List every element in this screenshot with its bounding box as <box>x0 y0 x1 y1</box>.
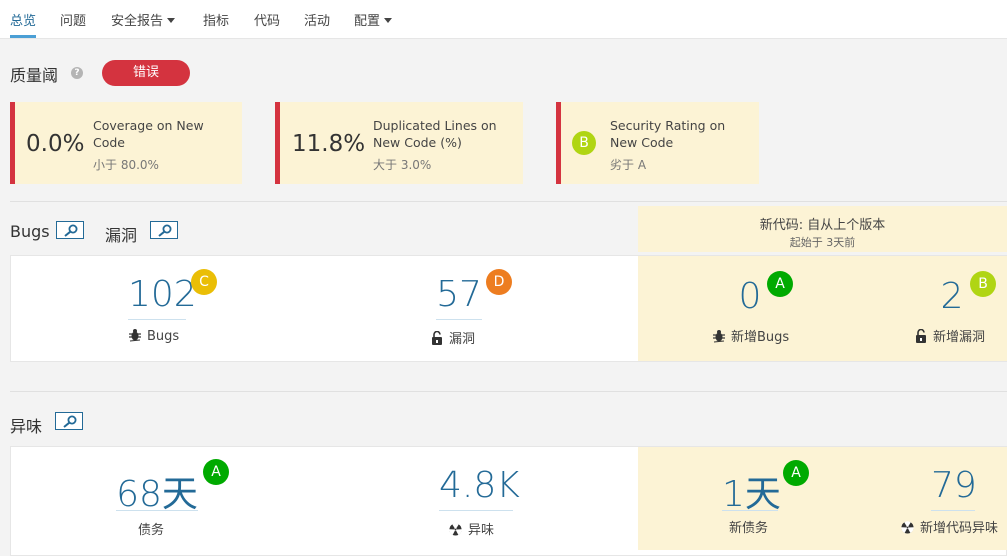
link-underline <box>439 510 513 511</box>
unlock-icon <box>916 328 926 343</box>
bugs-section-title: Bugs <box>10 222 50 241</box>
new-bugs-count[interactable]: 0 <box>737 276 763 317</box>
condition-value: 11.8% <box>292 131 366 157</box>
condition-metric: Security Rating on New Code <box>610 118 726 150</box>
code-smells-count[interactable]: 4.8K <box>439 465 520 506</box>
condition-threshold: 小于 80.0% <box>93 158 159 172</box>
new-vulnerabilities-count[interactable]: 2 <box>939 276 965 317</box>
bugs-label: Bugs <box>129 328 179 344</box>
technical-debt-label: 债务 <box>138 523 165 538</box>
condition-threshold: 劣于 A <box>610 158 647 172</box>
condition-value: 0.0% <box>26 131 85 157</box>
tab-configuration[interactable]: 配置 <box>354 0 393 38</box>
magnifier-icon <box>64 224 78 237</box>
tab-activity[interactable]: 活动 <box>304 0 330 38</box>
condition-duplicated-lines[interactable]: 11.8% Duplicated Lines on New Code (%) 大… <box>275 102 523 184</box>
divider <box>10 201 1007 202</box>
vulnerabilities-section-title: 漏洞 <box>105 226 138 245</box>
radiation-icon <box>449 523 462 536</box>
link-underline <box>436 319 482 320</box>
quality-gate-title: 质量阈 <box>10 66 59 85</box>
condition-metric: Duplicated Lines on New Code (%) <box>373 118 497 150</box>
link-underline <box>128 319 186 320</box>
link-underline <box>931 510 975 511</box>
new-debt-label: 新债务 <box>729 521 769 536</box>
chevron-down-icon <box>384 18 393 23</box>
new-vulnerabilities-rating-badge[interactable]: B <box>970 271 996 297</box>
code-smells-drilldown-button[interactable] <box>55 412 83 430</box>
new-code-smells-count[interactable]: 79 <box>931 465 977 506</box>
radiation-icon <box>901 521 914 534</box>
condition-coverage[interactable]: 0.0% Coverage on New Code 小于 80.0% <box>10 102 242 184</box>
help-icon[interactable]: ? <box>71 67 83 79</box>
top-navigation: 总览 问题 安全报告 指标 代码 活动 配置 <box>0 0 1007 39</box>
tab-code[interactable]: 代码 <box>254 0 280 38</box>
bugs-count[interactable]: 102 <box>128 274 197 315</box>
tab-measures[interactable]: 指标 <box>203 0 229 38</box>
link-underline <box>116 510 198 511</box>
leak-period-since: 起始于 3天前 <box>789 236 856 249</box>
leak-period-title: 新代码: 自从上个版本 <box>759 218 886 233</box>
code-smells-section-title: 异味 <box>10 417 43 436</box>
new-vulnerabilities-label: 新增漏洞 <box>915 326 985 345</box>
bug-icon <box>129 329 141 342</box>
bugs-drilldown-button[interactable] <box>56 221 84 239</box>
tab-issues[interactable]: 问题 <box>60 0 86 38</box>
link-underline <box>722 510 778 511</box>
new-code-smells-label: 新增代码异味 <box>901 517 998 536</box>
condition-security-rating[interactable]: B Security Rating on New Code 劣于 A <box>556 102 759 184</box>
tab-security-reports[interactable]: 安全报告 <box>111 0 176 38</box>
leak-period-header: 新代码: 自从上个版本 起始于 3天前 <box>638 206 1007 252</box>
vulnerabilities-drilldown-button[interactable] <box>150 221 178 239</box>
new-maintainability-rating-badge[interactable]: A <box>783 460 809 486</box>
code-smells-label: 异味 <box>449 519 494 538</box>
condition-metric: Coverage on New Code <box>93 118 204 150</box>
divider <box>10 391 1007 392</box>
maintainability-rating-badge[interactable]: A <box>203 459 229 485</box>
magnifier-icon <box>158 224 172 237</box>
tab-overview[interactable]: 总览 <box>10 0 37 38</box>
magnifier-icon <box>63 415 77 428</box>
vulnerabilities-label: 漏洞 <box>431 328 475 347</box>
new-bugs-label: 新增Bugs <box>713 326 789 345</box>
bugs-rating-badge[interactable]: C <box>191 269 217 295</box>
rating-badge-b: B <box>572 131 596 155</box>
condition-threshold: 大于 3.0% <box>373 158 432 172</box>
vulnerabilities-rating-badge[interactable]: D <box>486 269 512 295</box>
bug-icon <box>713 330 725 343</box>
quality-gate-status-badge: 错误 <box>102 60 190 86</box>
new-bugs-rating-badge[interactable]: A <box>767 271 793 297</box>
chevron-down-icon <box>167 18 176 23</box>
vulnerabilities-count[interactable]: 57 <box>436 274 482 315</box>
unlock-icon <box>432 330 442 345</box>
